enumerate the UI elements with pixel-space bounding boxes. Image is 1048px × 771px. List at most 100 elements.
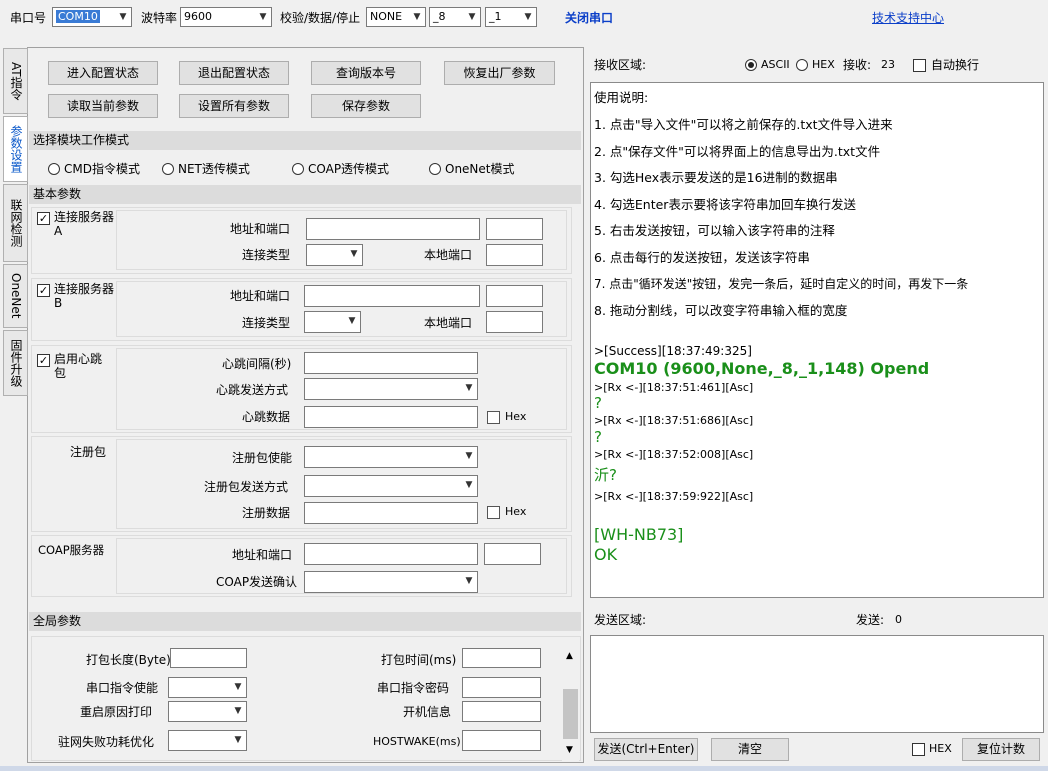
server-b-port-input[interactable]	[486, 285, 543, 307]
log-rx-data: 沂?	[594, 466, 617, 484]
global-section-header: 全局参数	[29, 612, 581, 631]
tab-at-command[interactable]: AT指令	[3, 48, 28, 114]
coap-port-input[interactable]	[484, 543, 541, 565]
ascii-label: ASCII	[761, 58, 790, 71]
server-b-conntype-select[interactable]: ▼	[304, 311, 361, 333]
coap-confirm-select[interactable]: ▼	[304, 571, 478, 593]
hex-radio[interactable]	[796, 59, 808, 71]
boot-info-input[interactable]	[462, 701, 541, 722]
read-params-button[interactable]: 读取当前参数	[48, 94, 158, 118]
chevron-down-icon: ▼	[520, 8, 536, 26]
uart-cmd-enable-select[interactable]: ▼	[168, 677, 247, 698]
hb-send-mode-select[interactable]: ▼	[304, 378, 478, 400]
save-params-button[interactable]: 保存参数	[311, 94, 421, 118]
mode-coap-radio[interactable]	[292, 163, 304, 175]
parity-select[interactable]: NONE ▼	[366, 7, 426, 27]
server-b-addr-input[interactable]	[304, 285, 480, 307]
hostwake-input[interactable]	[462, 730, 541, 751]
tab-onenet[interactable]: OneNet	[3, 264, 28, 328]
support-link[interactable]: 技术支持中心	[872, 10, 944, 26]
send-textarea[interactable]	[590, 635, 1044, 733]
chevron-down-icon: ▼	[344, 312, 360, 330]
port-select[interactable]: COM10 ▼	[52, 7, 132, 27]
pack-time-input[interactable]	[462, 648, 541, 668]
uart-cmd-pwd-input[interactable]	[462, 677, 541, 698]
port-label: 串口号	[10, 11, 47, 25]
baud-select[interactable]: 9600 ▼	[180, 7, 272, 27]
global-scrollbar[interactable]: ▲ ▼	[562, 645, 579, 761]
scroll-thumb[interactable]	[563, 689, 578, 739]
heartbeat-label: 启用心跳包	[54, 352, 103, 380]
server-a-label: 连接服务器A	[54, 210, 115, 238]
instruction-line: 3. 勾选Hex表示要发送的是16进制的数据串	[594, 170, 838, 185]
reg-data-label: 注册数据	[242, 506, 291, 520]
server-b-label: 连接服务器B	[54, 282, 115, 310]
tab-param-settings[interactable]: 参数设置	[3, 116, 28, 182]
reg-hex-checkbox[interactable]	[487, 506, 500, 519]
server-b-checkbox[interactable]: ✓	[37, 284, 50, 297]
enter-config-button[interactable]: 进入配置状态	[48, 61, 158, 85]
heartbeat-checkbox[interactable]: ✓	[37, 354, 50, 367]
set-params-button[interactable]: 设置所有参数	[179, 94, 289, 118]
server-a-localport-input[interactable]	[486, 244, 543, 266]
query-version-button[interactable]: 查询版本号	[311, 61, 421, 85]
uart-cmd-enable-label: 串口指令使能	[86, 681, 159, 695]
coap-addr-input[interactable]	[304, 543, 478, 565]
reboot-reason-select[interactable]: ▼	[168, 701, 247, 722]
hb-data-label: 心跳数据	[242, 410, 291, 424]
scroll-up-icon[interactable]: ▲	[566, 651, 573, 661]
send-button[interactable]: 发送(Ctrl+Enter)	[594, 738, 698, 761]
server-a-checkbox[interactable]: ✓	[37, 212, 50, 225]
auto-wrap-checkbox[interactable]	[913, 59, 926, 72]
log-ok: OK	[594, 545, 618, 564]
reset-count-button[interactable]: 复位计数	[962, 738, 1040, 761]
reg-hex-label: Hex	[505, 505, 527, 518]
pack-len-input[interactable]	[170, 648, 247, 668]
hb-data-input[interactable]	[304, 406, 478, 428]
net-fail-opt-select[interactable]: ▼	[168, 730, 247, 751]
factory-reset-button[interactable]: 恢复出厂参数	[444, 61, 555, 85]
reg-data-input[interactable]	[304, 502, 478, 524]
hb-hex-label: Hex	[505, 410, 527, 423]
chevron-down-icon: ▼	[230, 731, 246, 749]
mode-cmd-radio[interactable]	[48, 163, 60, 175]
chevron-down-icon: ▼	[461, 476, 477, 494]
instruction-line: 7. 点击"循环发送"按钮，发完一条后，延时自定义的时间，再发下一条	[594, 277, 969, 291]
server-a-conntype-select[interactable]: ▼	[306, 244, 363, 266]
stopbits-select[interactable]: _1 ▼	[485, 7, 537, 27]
hb-hex-checkbox[interactable]	[487, 411, 500, 424]
baud-label: 波特率	[141, 11, 178, 25]
clear-button[interactable]: 清空	[711, 738, 789, 761]
server-a-port-input[interactable]	[486, 218, 543, 240]
chevron-down-icon: ▼	[230, 678, 246, 696]
coap-label: COAP服务器	[38, 543, 105, 557]
exit-config-button[interactable]: 退出配置状态	[179, 61, 289, 85]
mode-onenet-label: OneNet模式	[445, 162, 515, 176]
sent-count-label: 发送:	[856, 613, 885, 627]
server-b-conntype-label: 连接类型	[242, 316, 291, 330]
tab-network-test[interactable]: 联网检测	[3, 184, 28, 262]
log-rx: >[Rx <-][18:37:52:008][Asc]	[594, 448, 754, 461]
server-b-localport-input[interactable]	[486, 311, 543, 333]
reg-send-mode-select[interactable]: ▼	[304, 475, 478, 497]
chevron-down-icon: ▼	[464, 8, 480, 26]
server-a-addr-input[interactable]	[306, 218, 480, 240]
chevron-down-icon: ▼	[255, 8, 271, 26]
send-hex-checkbox[interactable]	[912, 743, 925, 756]
scroll-down-icon[interactable]: ▼	[566, 745, 573, 755]
log-rx: >[Rx <-][18:37:59:922][Asc]	[594, 490, 754, 503]
register-label: 注册包	[70, 445, 107, 459]
ascii-radio[interactable]	[745, 59, 757, 71]
tab-firmware-upgrade[interactable]: 固件升级	[3, 330, 28, 396]
instruction-line: 8. 拖动分割线，可以改变字符串输入框的宽度	[594, 303, 848, 318]
pack-len-label: 打包长度(Byte)	[86, 653, 171, 667]
hb-interval-input[interactable]	[304, 352, 478, 374]
coap-addr-label: 地址和端口	[232, 548, 293, 562]
mode-net-radio[interactable]	[162, 163, 174, 175]
close-port-button[interactable]: 关闭串口	[565, 10, 613, 26]
reg-enable-select[interactable]: ▼	[304, 446, 478, 468]
chevron-down-icon: ▼	[461, 572, 477, 590]
mode-onenet-radio[interactable]	[429, 163, 441, 175]
chevron-down-icon: ▼	[115, 8, 131, 26]
databits-select[interactable]: _8 ▼	[429, 7, 481, 27]
